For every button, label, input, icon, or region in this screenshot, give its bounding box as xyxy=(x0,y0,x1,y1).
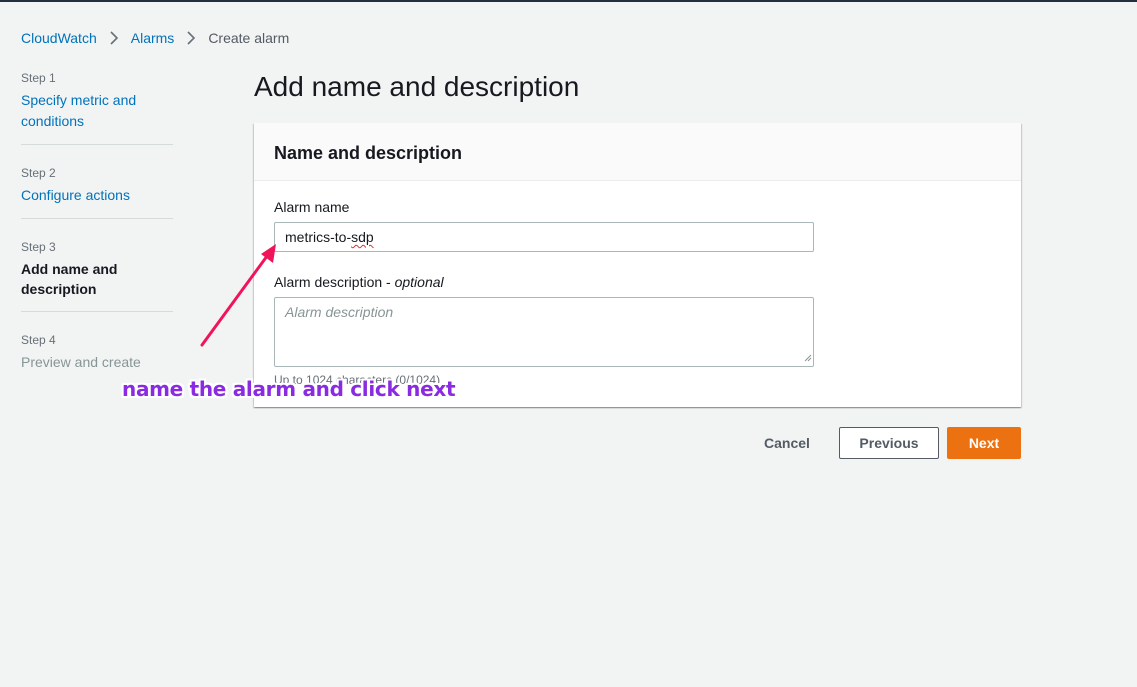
breadcrumb-alarms[interactable]: Alarms xyxy=(131,30,175,46)
step-current-add-name: Add name and description xyxy=(21,261,118,297)
optional-label: optional xyxy=(394,274,444,290)
top-navigation-bar xyxy=(0,0,1137,2)
annotation-label: name the alarm and click next xyxy=(122,377,456,401)
step-4: Step 4 Preview and create xyxy=(21,312,173,373)
alarm-name-label: Alarm name xyxy=(274,199,350,215)
wizard-steps-nav: Step 1 Specify metric and conditions Ste… xyxy=(21,70,173,373)
breadcrumb: CloudWatch Alarms Create alarm xyxy=(21,29,289,47)
breadcrumb-cloudwatch[interactable]: CloudWatch xyxy=(21,30,97,46)
step-3: Step 3 Add name and description xyxy=(21,219,173,311)
name-and-description-panel: Name and description Alarm name metrics-… xyxy=(254,123,1021,407)
panel-title: Name and description xyxy=(274,143,463,163)
chevron-right-icon xyxy=(174,31,208,45)
alarm-description-label: Alarm description - optional xyxy=(274,274,444,290)
step-2: Step 2 Configure actions xyxy=(21,145,173,218)
next-button[interactable]: Next xyxy=(947,427,1021,459)
cancel-button[interactable]: Cancel xyxy=(754,427,820,459)
alarm-name-value-misspelled: sdp xyxy=(351,229,374,245)
step-number: Step 1 xyxy=(21,71,56,85)
chevron-right-icon xyxy=(97,31,131,45)
alarm-name-value-prefix: metrics-to- xyxy=(285,229,352,245)
alarm-name-input[interactable]: metrics-to-sdp xyxy=(274,222,814,252)
alarm-description-textarea[interactable]: Alarm description xyxy=(274,297,814,367)
step-link-specify-metric[interactable]: Specify metric and conditions xyxy=(21,90,156,132)
step-preview-create: Preview and create xyxy=(21,354,141,370)
alarm-description-placeholder: Alarm description xyxy=(285,304,394,320)
step-link-configure-actions[interactable]: Configure actions xyxy=(21,185,173,206)
panel-header: Name and description xyxy=(254,123,1021,181)
step-number: Step 3 xyxy=(21,240,56,254)
step-number: Step 2 xyxy=(21,166,56,180)
step-1: Step 1 Specify metric and conditions xyxy=(21,70,173,144)
breadcrumb-create-alarm: Create alarm xyxy=(208,30,290,46)
page-title: Add name and description xyxy=(254,71,580,102)
previous-button[interactable]: Previous xyxy=(839,427,939,459)
alarm-description-label-text: Alarm description - xyxy=(274,274,395,290)
step-number: Step 4 xyxy=(21,333,56,347)
resize-handle-icon[interactable] xyxy=(802,349,812,365)
